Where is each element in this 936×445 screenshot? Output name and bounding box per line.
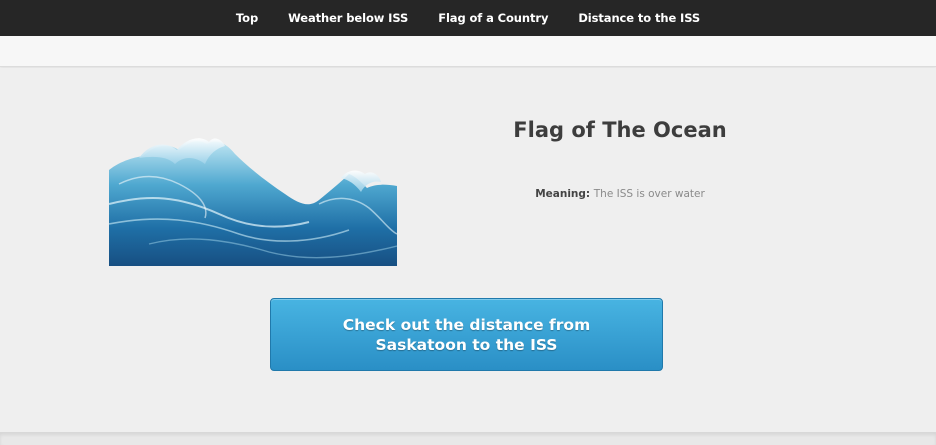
flag-title: Flag of The Ocean (513, 118, 727, 142)
ocean-wave-image (108, 134, 398, 266)
distance-to-iss-button-label: Check out the distance from Saskatoon to… (342, 315, 591, 354)
section-divider-top (0, 36, 936, 67)
distance-to-iss-button[interactable]: Check out the distance from Saskatoon to… (270, 298, 663, 371)
section-divider-bottom (0, 432, 936, 445)
nav-item-top[interactable]: Top (236, 11, 258, 25)
nav-item-distance-to-iss[interactable]: Distance to the ISS (578, 11, 700, 25)
flag-meaning: Meaning: The ISS is over water (470, 188, 770, 200)
wave-illustration (108, 138, 398, 266)
meaning-value: The ISS is over water (593, 188, 705, 200)
nav-item-flag-of-a-country[interactable]: Flag of a Country (438, 11, 548, 25)
nav-item-weather-below-iss[interactable]: Weather below ISS (288, 11, 408, 25)
top-navbar: Top Weather below ISS Flag of a Country … (0, 0, 936, 36)
meaning-label: Meaning: (535, 188, 594, 200)
